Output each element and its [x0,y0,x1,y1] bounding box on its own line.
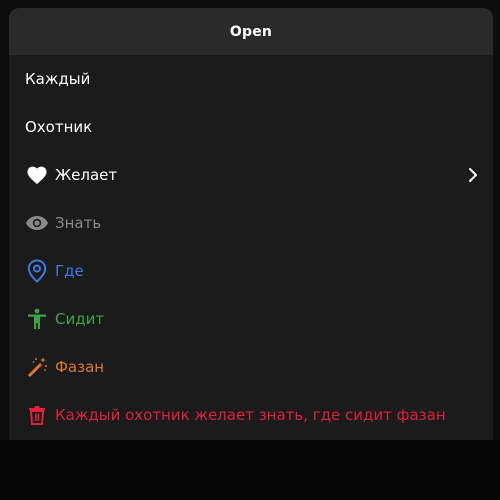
open-button[interactable]: Open [9,8,493,55]
menu-item-label: Каждый охотник желает знать, где сидит ф… [55,406,446,424]
menu-item-gde[interactable]: Где [9,247,493,295]
menu-item-label: Фазан [55,358,105,376]
eye-icon [25,211,49,235]
menu-item-label: Знать [55,214,102,232]
menu-item-delete[interactable]: Каждый охотник желает знать, где сидит ф… [9,391,493,439]
location-pin-icon [25,259,49,283]
trash-icon [25,403,49,427]
dropdown-menu: Каждый Охотник Желает Знать Где Сидит Фа… [9,55,493,440]
heart-icon [25,163,49,187]
menu-item-kazhdyi[interactable]: Каждый [9,55,493,103]
chevron-right-icon [467,167,479,183]
menu-item-znat[interactable]: Знать [9,199,493,247]
menu-item-label: Где [55,262,84,280]
accessibility-icon [25,307,49,331]
menu-item-okhotnik[interactable]: Охотник [9,103,493,151]
app-frame: Open Каждый Охотник Желает Знать Где Сид… [0,0,500,500]
menu-item-label: Желает [55,166,118,184]
magic-wand-icon [25,355,49,379]
menu-item-sidit[interactable]: Сидит [9,295,493,343]
menu-item-zhelaet[interactable]: Желает [9,151,493,199]
menu-item-label: Сидит [55,310,105,328]
menu-item-label: Каждый [25,70,91,88]
menu-item-fazan[interactable]: Фазан [9,343,493,391]
menu-item-label: Охотник [25,118,93,136]
open-button-label: Open [229,23,273,40]
background-area [0,440,500,500]
